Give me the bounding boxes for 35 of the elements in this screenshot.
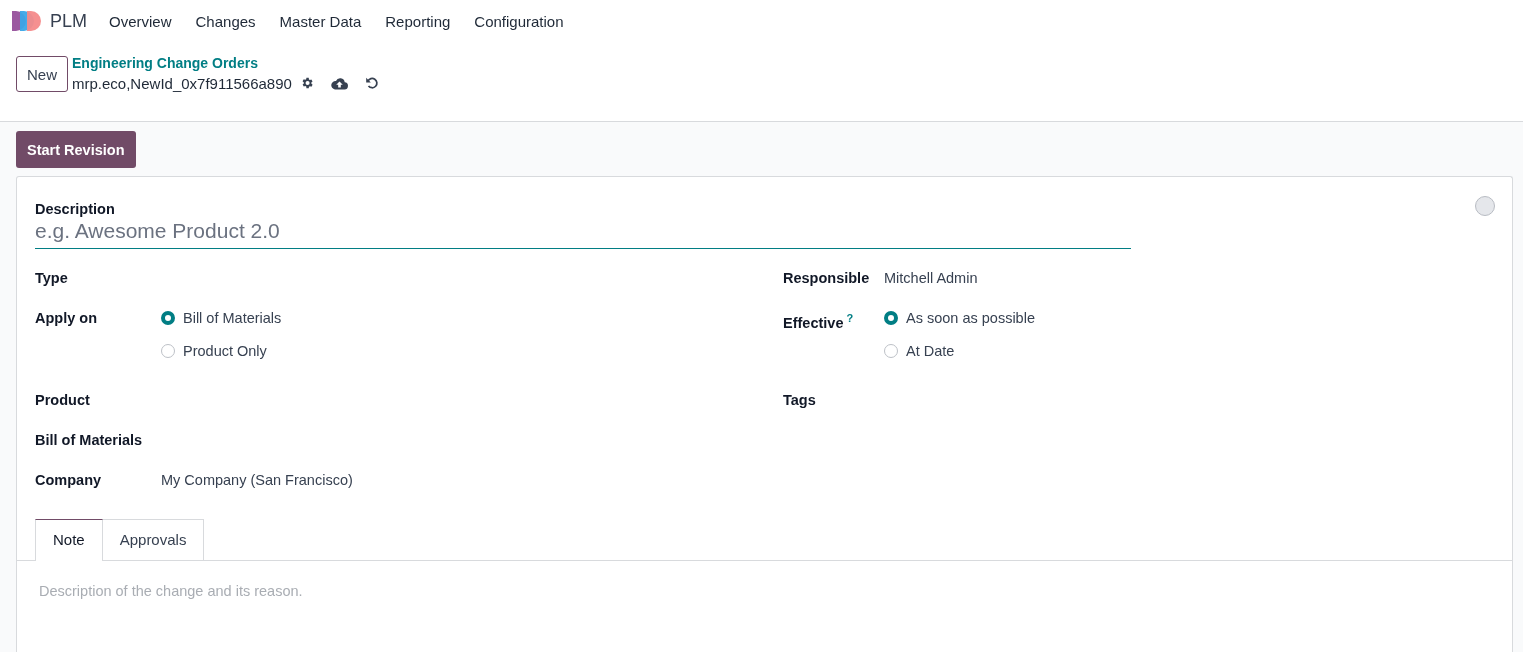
radio-button[interactable]	[884, 311, 898, 325]
field-label: Company	[35, 472, 102, 488]
menu-item[interactable]: Overview	[109, 12, 172, 30]
tab[interactable]: Approvals	[102, 519, 205, 560]
app-name[interactable]: PLM	[50, 10, 87, 32]
field-label: Bill of Materials	[35, 432, 143, 448]
menu-item[interactable]: Configuration	[474, 12, 564, 30]
radio-button[interactable]	[161, 311, 175, 325]
field-value[interactable]: Mitchell Admin	[884, 270, 978, 286]
field-label: Apply on	[35, 310, 98, 326]
radio-label[interactable]: Product Only	[183, 339, 267, 363]
app-logo-icon[interactable]	[12, 11, 42, 31]
menu-item[interactable]: Changes	[195, 12, 256, 30]
breadcrumb-link[interactable]: Engineering Change Orders	[72, 54, 396, 72]
radio-label[interactable]: At Date	[906, 339, 955, 363]
new-button[interactable]: New	[16, 56, 68, 92]
field-label: Tags	[783, 392, 816, 408]
field-label: Responsible	[783, 270, 870, 286]
cloud-upload-icon[interactable]	[330, 76, 348, 90]
record-name: mrp.eco,NewId_0x7f911566a890	[72, 74, 292, 92]
help-tooltip-link[interactable]: ?	[846, 312, 854, 324]
radio-button[interactable]	[884, 344, 898, 358]
field-label: Type	[35, 270, 68, 286]
tab[interactable]: Note	[35, 519, 103, 561]
field-label: Product	[35, 392, 90, 408]
radio-label[interactable]: Bill of Materials	[183, 306, 282, 330]
radio-label[interactable]: As soon as possible	[906, 306, 1035, 330]
field-label: Description	[35, 201, 116, 217]
menu-item[interactable]: Reporting	[385, 12, 451, 30]
radio-button[interactable]	[161, 344, 175, 358]
menu-item[interactable]: Master Data	[279, 12, 362, 30]
field-label: Effective	[783, 314, 844, 331]
start-revision-button[interactable]: Start Revision	[16, 131, 136, 168]
field-value[interactable]: My Company (San Francisco)	[161, 472, 353, 488]
undo-icon[interactable]	[364, 76, 379, 90]
